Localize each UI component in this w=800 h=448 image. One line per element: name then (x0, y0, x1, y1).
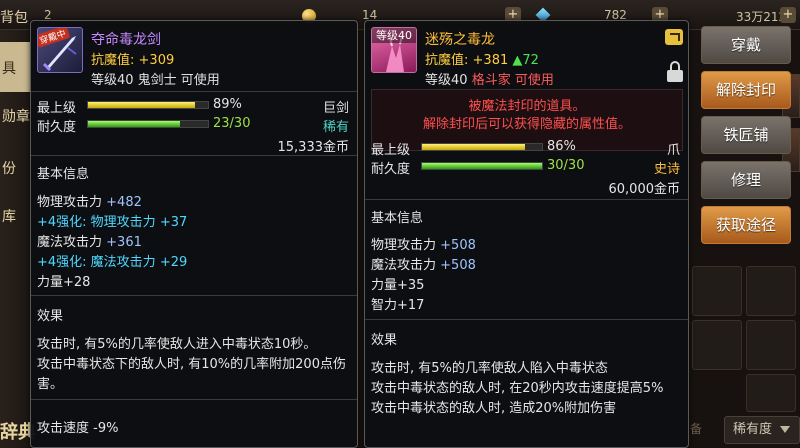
max-level-label: 最上级 (37, 101, 77, 116)
resist-increase: ▲72 (512, 53, 539, 68)
sword-item-icon: 穿戴中 (37, 27, 83, 73)
effect-line-cut: 攻击速度 -9% (37, 421, 119, 436)
resist-value: +309 (138, 53, 175, 68)
attribute-row: 魔法攻击力 +361 (37, 235, 142, 250)
effect-line: 攻击时, 有5%的几率使敌人陷入中毒状态 (371, 361, 608, 376)
inventory-slot[interactable] (746, 320, 796, 370)
item-name: 夺命毒龙剑 (91, 32, 161, 48)
effect-line: 攻击中毒状态下的敌人时, 有10%的几率附加200点伤 (37, 357, 346, 372)
effect-line: 攻击中毒状态的敌人时, 造成20%附加伤害 (371, 401, 617, 416)
max-level-label: 最上级 (371, 143, 411, 158)
inventory-slot[interactable] (692, 266, 742, 316)
durability-label: 耐久度 (371, 162, 411, 177)
attribute-row: 智力+17 (371, 298, 425, 313)
sidebar-item-medal[interactable]: 勋章 (0, 106, 30, 126)
inventory-title: 背包 (0, 10, 28, 26)
equipped-item-tooltip: 穿戴中 夺命毒龙剑 抗魔值: +309 等级40 鬼剑士 可使用 最上级 89%… (30, 20, 358, 448)
sealed-line: 被魔法封印的道具。 (468, 99, 586, 114)
resist-value: +381 (472, 53, 509, 68)
durability-value: 23/30 (213, 116, 251, 131)
add-gold-icon[interactable]: + (780, 7, 796, 23)
effect-title: 效果 (37, 309, 64, 324)
class-requirement: 格斗家 (471, 73, 511, 88)
max-level-value: 86% (547, 139, 576, 154)
price: 15,333金币 (277, 140, 350, 155)
chevron-down-icon (780, 426, 790, 433)
inventory-slot[interactable] (692, 320, 742, 370)
basic-info-title: 基本信息 (371, 211, 424, 226)
attribute-row: 魔法攻击力 +508 (371, 258, 476, 273)
attribute-row: 力量+28 (37, 275, 91, 290)
effect-line: 攻击时, 有5%的几率使敌人进入中毒状态10秒。 (37, 337, 317, 352)
resist-label: 抗魔值: (91, 53, 135, 68)
max-level-bar-fill (88, 102, 195, 108)
durability-value: 30/30 (547, 158, 585, 173)
equip-button[interactable]: 穿戴 (701, 26, 791, 64)
max-level-bar (421, 143, 543, 151)
durability-bar-fill (422, 163, 542, 169)
durability-bar (421, 162, 543, 170)
magic-resist: 抗魔值: +381 ▲72 (425, 49, 539, 68)
unseal-button[interactable]: 解除封印 (701, 71, 791, 109)
effect-line: 攻击中毒状态的敌人时, 在20秒内攻击速度提高5% (371, 381, 664, 396)
sidebar-item-equipment[interactable]: 具 (0, 58, 30, 78)
sidebar (0, 30, 30, 448)
icon-level: 等级40 (372, 28, 416, 43)
claw-item-icon: 等级40 (371, 27, 417, 73)
background-text: 备 (690, 422, 703, 436)
inventory-slot[interactable] (746, 374, 796, 412)
attribute-row: 物理攻击力 +508 (371, 238, 476, 253)
rarity: 稀有 (322, 120, 349, 135)
gold-amount: 33万212 (736, 10, 787, 24)
sealed-line: 解除封印后可以获得隐藏的属性值。 (422, 117, 631, 132)
rarity: 史诗 (653, 162, 680, 177)
price: 60,000金币 (608, 182, 681, 197)
basic-info-title: 基本信息 (37, 167, 90, 182)
item-name: 迷殇之毒龙 (425, 32, 495, 48)
max-level-bar (87, 101, 209, 109)
repair-button[interactable]: 修理 (701, 161, 791, 199)
effect-title: 效果 (371, 333, 398, 348)
obtain-source-button[interactable]: 获取途径 (701, 206, 791, 244)
lock-icon[interactable] (667, 61, 683, 83)
sidebar-item-avatar[interactable]: 份 (0, 158, 30, 178)
divider (31, 399, 357, 400)
divider (365, 199, 688, 200)
divider (31, 295, 357, 296)
enhance-attribute-row: +4强化: 物理攻击力 +37 (37, 215, 188, 230)
divider (31, 155, 357, 156)
blacksmith-button[interactable]: 铁匠铺 (701, 116, 791, 154)
inventory-slot[interactable] (746, 266, 796, 316)
attribute-row: 物理攻击力 +482 (37, 195, 142, 210)
weapon-type: 巨剑 (322, 101, 349, 116)
enhance-attribute-row: +4强化: 魔法攻击力 +29 (37, 255, 188, 270)
attribute-row: 力量+35 (371, 278, 425, 293)
compare-item-tooltip: 等级40 迷殇之毒龙 抗魔值: +381 ▲72 等级40 格斗家 可使用 被魔… (364, 20, 689, 448)
divider (365, 319, 688, 320)
magic-resist: 抗魔值: +309 (91, 49, 174, 68)
level-requirement: 等级40 格斗家 可使用 (425, 73, 554, 88)
effect-line: 害。 (37, 377, 64, 392)
sealed-notice: 被魔法封印的道具。 解除封印后可以获得隐藏的属性值。 (371, 89, 683, 151)
durability-label: 耐久度 (37, 120, 77, 135)
divider (31, 91, 357, 92)
resist-label: 抗魔值: (425, 53, 469, 68)
sidebar-item-storage[interactable]: 库 (0, 206, 30, 226)
share-icon[interactable] (665, 29, 683, 45)
max-level-bar-fill (422, 144, 526, 150)
weapon-type: 爪 (666, 143, 680, 158)
level-requirement: 等级40 鬼剑士 可使用 (91, 73, 220, 88)
durability-bar (87, 120, 209, 128)
max-level-value: 89% (213, 97, 242, 112)
durability-bar-fill (88, 121, 180, 127)
